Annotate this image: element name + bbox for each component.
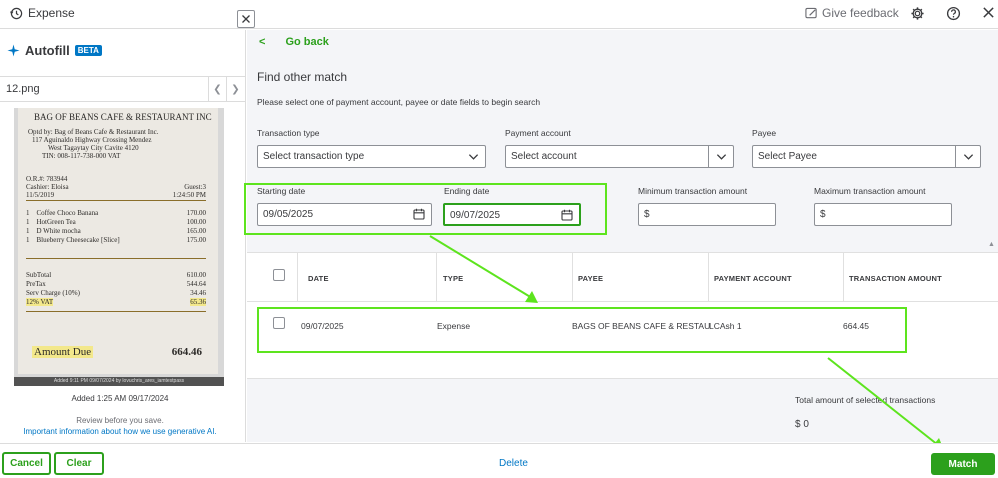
receipt-line: West Tagaytay City Cavite 4120 <box>48 144 139 152</box>
receipt-divider <box>26 311 206 312</box>
go-back-label: Go back <box>285 36 329 48</box>
payee-value: Select Payee <box>758 151 817 162</box>
page-title: Find other match <box>257 70 348 84</box>
transaction-type-label: Transaction type <box>257 128 320 138</box>
column-header-type[interactable]: TYPE <box>443 274 463 283</box>
receipt-header: BAG OF BEANS CAFE & RESTAURANT INC <box>34 112 212 122</box>
minimum-amount-label: Minimum transaction amount <box>638 186 748 196</box>
maximum-amount-prefix: $ <box>820 209 826 220</box>
select-all-checkbox[interactable] <box>273 269 285 281</box>
receipt-item: 1 HotGreen Tea 100.00 <box>26 218 206 226</box>
payment-account-select[interactable]: Select account <box>505 145 734 168</box>
receipt-cashier: Cashier: Eloisa <box>26 183 69 191</box>
close-icon <box>242 15 250 23</box>
receipt-item: 1 Blueberry Cheesecake [Slice] 175.00 <box>26 236 206 244</box>
column-header-date[interactable]: DATE <box>308 274 329 283</box>
window-title-text: Expense <box>28 6 75 20</box>
sparkle-icon <box>7 44 20 57</box>
chevron-down-icon <box>716 154 727 160</box>
transaction-type-select[interactable]: Select transaction type <box>257 145 486 168</box>
payment-account-value: Select account <box>511 151 577 162</box>
help-icon[interactable] <box>946 6 961 21</box>
table-header: DATE TYPE PAYEE PAYMENT ACCOUNT TRANSACT… <box>247 253 998 302</box>
find-match-panel: < Go back Find other match Please select… <box>247 30 998 442</box>
receipt-total-row: 12% VAT 65.36 <box>26 298 206 306</box>
delete-link[interactable]: Delete <box>499 458 528 469</box>
receipt-item: 1 Coffee Choco Banana 170.00 <box>26 209 206 217</box>
chevron-right-icon: ❯ <box>231 83 240 95</box>
payee-label: Payee <box>752 128 777 138</box>
autofill-title: Autofill <box>25 43 70 58</box>
minimum-amount-input[interactable]: $ <box>638 203 776 226</box>
column-header-transaction-amount[interactable]: TRANSACTION AMOUNT <box>849 274 942 283</box>
receipt-total-row: Serv Charge (10%) 34.46 <box>26 289 206 297</box>
maximum-amount-input[interactable]: $ <box>814 203 952 226</box>
receipt-row: O.R.#: 783944 <box>26 175 206 183</box>
annotation-date-range-box <box>244 183 607 235</box>
gear-icon[interactable] <box>910 6 925 21</box>
review-note: Review before you save. <box>76 416 164 425</box>
added-timestamp: Added 1:25 AM 09/17/2024 <box>71 394 169 403</box>
scroll-up-arrow[interactable]: ▲ <box>988 241 995 248</box>
chevron-down-icon <box>963 154 974 160</box>
receipt-total-row: SubTotal 610.00 <box>26 271 206 279</box>
column-header-payee[interactable]: PAYEE <box>578 274 603 283</box>
autofill-header: Autofill BETA <box>7 43 102 58</box>
receipt-image: BAG OF BEANS CAFE & RESTAURANT INC Optd … <box>14 108 224 385</box>
feedback-icon <box>805 7 817 18</box>
receipt-divider <box>26 258 206 259</box>
minimum-amount-prefix: $ <box>644 209 650 220</box>
total-selected-value: $ 0 <box>795 419 809 430</box>
close-icon[interactable] <box>982 6 995 19</box>
give-feedback-label: Give feedback <box>822 6 899 20</box>
go-back-link[interactable]: < Go back <box>259 36 329 48</box>
chevron-left-icon: ❮ <box>213 83 222 95</box>
receipt-item: 1 D White mocha 165.00 <box>26 227 206 235</box>
image-caption: Added 9:11 PM 09/07/2024 by lovuchris_ar… <box>14 377 224 386</box>
receipt-divider <box>26 200 206 201</box>
receipt-or-number: O.R.#: 783944 <box>26 175 68 183</box>
receipt-line: 117 Aguinaldo Highway Crossing Mendez <box>32 136 152 144</box>
previous-file-button[interactable]: ❮ <box>208 77 226 101</box>
file-bar: 12.png ❮ ❯ <box>0 76 246 102</box>
next-file-button[interactable]: ❯ <box>226 77 244 101</box>
receipt-line: Optd by: Bag of Beans Cafe & Restaurant … <box>28 128 159 136</box>
history-icon <box>10 7 23 19</box>
instructions: Please select one of payment account, pa… <box>257 97 541 107</box>
annotation-result-row-box <box>257 307 907 353</box>
footer-bar: Cancel Clear Delete Match <box>0 443 998 478</box>
receipt-paper: BAG OF BEANS CAFE & RESTAURANT INC Optd … <box>18 108 218 374</box>
file-name: 12.png <box>6 83 40 95</box>
autofill-panel: Autofill BETA 12.png ❮ ❯ BAG OF BEANS CA… <box>0 30 246 442</box>
receipt-time: 1:24:50 PM <box>172 191 206 199</box>
payment-account-label: Payment account <box>505 128 571 138</box>
receipt-guest: Guest:3 <box>184 183 206 191</box>
beta-badge: BETA <box>74 45 102 56</box>
transaction-type-value: Select transaction type <box>263 151 365 162</box>
match-button[interactable]: Match <box>931 453 995 475</box>
receipt-date: 11/5/2019 <box>26 191 55 199</box>
receipt-row: Cashier: Eloisa Guest:3 <box>26 183 206 191</box>
cancel-button[interactable]: Cancel <box>2 452 51 475</box>
top-bar: Expense Give feedback <box>0 0 998 29</box>
column-header-payment-account[interactable]: PAYMENT ACCOUNT <box>714 274 792 283</box>
window-title: Expense <box>10 6 75 20</box>
total-selected-label: Total amount of selected transactions <box>795 395 936 405</box>
clear-button[interactable]: Clear <box>54 452 104 475</box>
chevron-left-icon: < <box>259 36 266 48</box>
close-autofill-button[interactable] <box>237 10 255 28</box>
receipt-total-row: PreTax 544.64 <box>26 280 206 288</box>
payee-select[interactable]: Select Payee <box>752 145 981 168</box>
receipt-row: 11/5/2019 1:24:50 PM <box>26 191 206 199</box>
give-feedback-link[interactable]: Give feedback <box>805 6 899 20</box>
receipt-line: TIN: 008-117-738-000 VAT <box>42 152 121 160</box>
generative-ai-info-link[interactable]: Important information about how we use g… <box>0 427 240 436</box>
maximum-amount-label: Maximum transaction amount <box>814 186 926 196</box>
receipt-amount-due: Amount Due 664.46 <box>32 346 202 358</box>
chevron-down-icon <box>468 154 479 160</box>
